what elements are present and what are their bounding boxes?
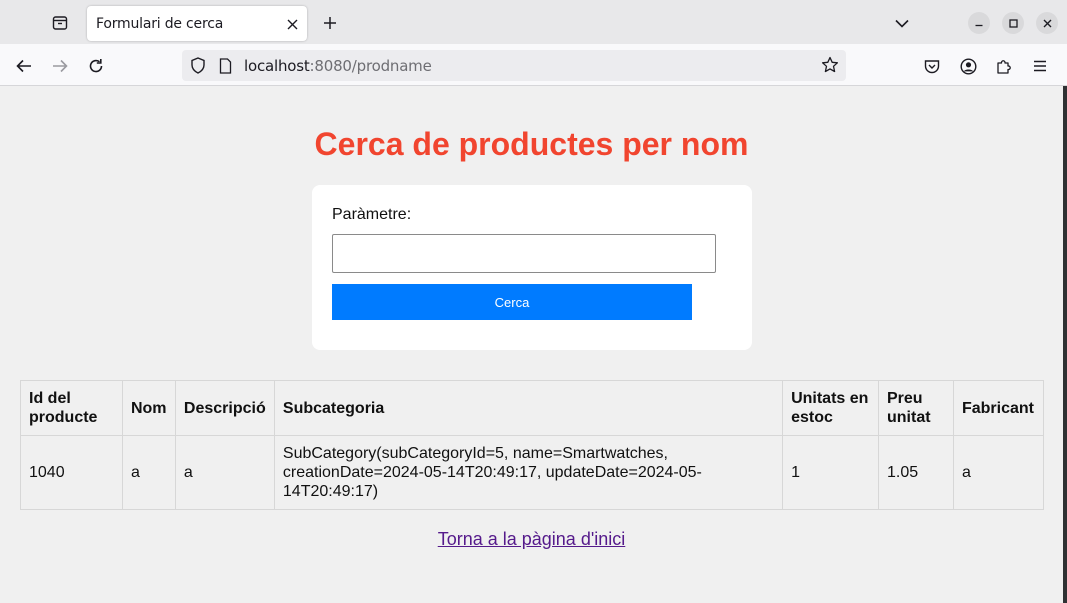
url-host: localhost — [244, 57, 310, 75]
cell-unitats-estoc: 1 — [782, 435, 879, 510]
hamburger-menu-icon[interactable] — [1027, 53, 1053, 79]
chevron-down-icon[interactable] — [890, 11, 914, 35]
page-content: Cerca de productes per nom Paràmetre: Ce… — [0, 86, 1063, 603]
search-form: Paràmetre: Cerca — [312, 185, 752, 350]
parameter-label: Paràmetre: — [332, 206, 412, 223]
bookmark-star-icon[interactable] — [821, 56, 839, 74]
new-tab-plus-icon[interactable] — [318, 11, 342, 35]
column-header-descripcio: Descripció — [174, 380, 275, 436]
back-link-container: Torna a la pàgina d'inici — [0, 529, 1063, 550]
tab-title: Formulari de cerca — [96, 16, 224, 32]
cell-id: 1040 — [20, 435, 123, 510]
table-header-row: Id del producte Nom Descripció Subcatego… — [20, 380, 1045, 436]
maximize-window-button[interactable] — [1002, 12, 1024, 34]
search-button[interactable]: Cerca — [332, 284, 692, 320]
extensions-puzzle-icon[interactable] — [991, 53, 1017, 79]
parameter-input[interactable] — [332, 234, 716, 273]
column-header-id: Id del producte — [20, 380, 123, 436]
tab-strip: Formulari de cerca — [0, 0, 1067, 44]
forward-arrow-icon[interactable] — [47, 53, 73, 79]
results-table: Id del producte Nom Descripció Subcatego… — [20, 380, 1045, 510]
table-row: 1040 a a SubCategory(subCategoryId=5, na… — [20, 435, 1045, 510]
cell-subcategoria: SubCategory(subCategoryId=5, name=Smartw… — [273, 435, 784, 510]
back-to-home-link[interactable]: Torna a la pàgina d'inici — [438, 529, 626, 549]
close-window-button[interactable] — [1036, 12, 1058, 34]
column-header-nom: Nom — [121, 380, 176, 436]
account-icon[interactable] — [955, 53, 981, 79]
window-edge — [1063, 86, 1067, 603]
url-path: :8080/prodname — [309, 57, 432, 75]
navigation-toolbar: localhost:8080/prodname — [0, 44, 1067, 86]
column-header-unitats-estoc: Unitats en estoc — [782, 380, 879, 436]
column-header-subcategoria: Subcategoria — [273, 380, 784, 436]
page-info-icon[interactable] — [219, 58, 235, 75]
close-tab-icon[interactable] — [283, 15, 301, 33]
address-bar[interactable]: localhost:8080/prodname — [182, 50, 846, 81]
page-title: Cerca de productes per nom — [314, 126, 749, 162]
url-text[interactable]: localhost:8080/prodname — [244, 57, 432, 75]
pocket-icon[interactable] — [919, 53, 945, 79]
reload-icon[interactable] — [83, 53, 109, 79]
shield-icon[interactable] — [190, 57, 208, 75]
cell-nom: a — [121, 435, 176, 510]
back-arrow-icon[interactable] — [11, 53, 37, 79]
column-header-fabricant: Fabricant — [952, 380, 1045, 436]
tab-formulari-de-cerca[interactable]: Formulari de cerca — [87, 6, 307, 41]
firefox-view-icon[interactable] — [48, 11, 72, 35]
column-header-preu-unitat: Preu unitat — [878, 380, 954, 436]
cell-preu-unitat: 1.05 — [878, 435, 954, 510]
minimize-window-button[interactable] — [968, 12, 990, 34]
cell-descripcio: a — [174, 435, 275, 510]
cell-fabricant: a — [952, 435, 1045, 510]
